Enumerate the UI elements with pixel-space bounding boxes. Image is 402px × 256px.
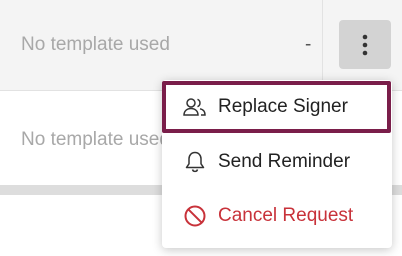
menu-item-label: Cancel Request [218,205,354,226]
template-cell: No template used [21,34,170,55]
bell-icon [182,149,208,175]
menu-item-label: Send Reminder [218,151,351,172]
users-icon [182,94,208,120]
actions-menu: Replace Signer Send Reminder Cancel Requ… [162,80,392,248]
template-cell: No template used [21,129,170,150]
kebab-icon [362,33,368,57]
ban-icon [182,203,208,229]
menu-item-label: Replace Signer [218,96,348,117]
menu-item-replace-signer[interactable]: Replace Signer [162,81,392,133]
menu-item-send-reminder[interactable]: Send Reminder [162,136,392,188]
more-actions-button[interactable] [339,20,391,69]
column-divider [322,0,323,91]
signer-cell: - [305,34,312,55]
table-row: No template used - [0,0,402,91]
menu-item-cancel-request[interactable]: Cancel Request [162,190,392,242]
